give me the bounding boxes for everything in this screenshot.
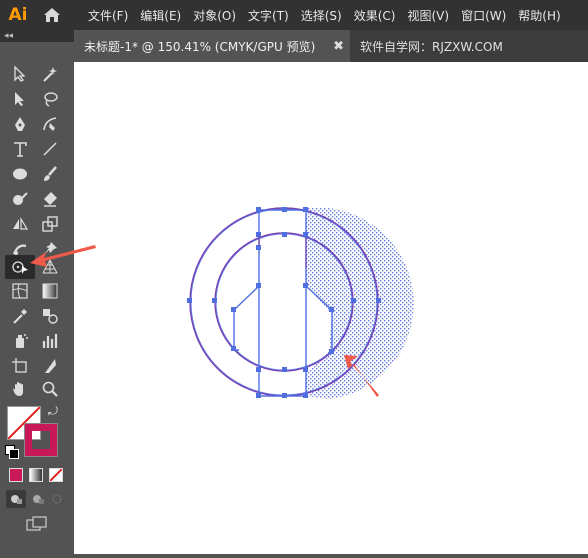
menu-help[interactable]: 帮助(H) xyxy=(518,7,560,24)
draw-behind-icon[interactable] xyxy=(28,490,48,508)
menu-edit[interactable]: 编辑(E) xyxy=(140,7,181,24)
highlighted-region xyxy=(306,207,414,399)
paintbrush-tool-icon[interactable] xyxy=(37,163,63,185)
blend-tool-icon[interactable] xyxy=(37,305,63,327)
menu-bar: Ai 文件(F) 编辑(E) 对象(O) 文字(T) 选择(S) 效果(C) 视… xyxy=(0,0,588,30)
document-tab-bar: 未标题-1* @ 150.41% (CMYK/GPU 预览) ✖ 软件自学网：R… xyxy=(74,30,588,62)
artboard-tool-icon[interactable] xyxy=(7,355,33,377)
eyedropper-tool-icon[interactable] xyxy=(7,305,33,327)
shaper-tool-icon[interactable] xyxy=(7,188,33,210)
symbol-sprayer-tool-icon[interactable] xyxy=(7,330,33,352)
tab-document[interactable]: 未标题-1* @ 150.41% (CMYK/GPU 预览) ✖ xyxy=(74,30,350,62)
ellipse-tool-icon[interactable] xyxy=(7,163,33,185)
none-mode-button[interactable] xyxy=(49,468,63,482)
menu-select[interactable]: 选择(S) xyxy=(301,7,342,24)
tab-watermark-label: 软件自学网：RJZXW.COM xyxy=(360,39,503,54)
screen-mode-icon[interactable] xyxy=(26,516,48,532)
zoom-tool-icon[interactable] xyxy=(37,378,63,400)
menu-window[interactable]: 窗口(W) xyxy=(461,7,506,24)
menu-view[interactable]: 视图(V) xyxy=(407,7,449,24)
reflect-tool-icon[interactable] xyxy=(7,213,33,235)
toolbar-collapse-button[interactable]: ◂◂ xyxy=(0,30,74,42)
close-icon[interactable]: ✖ xyxy=(333,39,344,54)
menu-effect[interactable]: 效果(C) xyxy=(354,7,396,24)
menu-type[interactable]: 文字(T) xyxy=(248,7,289,24)
eraser-tool-icon[interactable] xyxy=(37,188,63,210)
stroke-swatch[interactable] xyxy=(24,423,58,457)
app-logo: Ai xyxy=(8,5,28,25)
menu-file[interactable]: 文件(F) xyxy=(88,7,128,24)
type-tool-icon[interactable] xyxy=(7,138,33,160)
tools-panel: ⤾ xyxy=(0,42,74,554)
tab-watermark: 软件自学网：RJZXW.COM xyxy=(360,30,503,62)
draw-normal-icon[interactable] xyxy=(6,490,26,508)
gradient-mode-button[interactable] xyxy=(29,468,43,482)
lasso-tool-icon[interactable] xyxy=(37,88,63,110)
column-graph-tool-icon[interactable] xyxy=(37,330,63,352)
draw-inside-icon[interactable] xyxy=(48,490,66,508)
left-stroke-shape[interactable] xyxy=(233,285,260,351)
swap-colors-icon[interactable]: ⤾ xyxy=(48,404,58,419)
curvature-tool-icon[interactable] xyxy=(37,113,63,135)
artboard-canvas[interactable] xyxy=(74,62,588,554)
bar-inner-lines xyxy=(258,232,307,268)
home-icon[interactable] xyxy=(36,0,68,30)
gradient-tool-icon[interactable] xyxy=(37,280,63,302)
menu-object[interactable]: 对象(O) xyxy=(193,7,236,24)
pen-tool-icon[interactable] xyxy=(7,113,33,135)
hand-tool-icon[interactable] xyxy=(7,378,33,400)
scale-tool-icon[interactable] xyxy=(37,213,63,235)
tab-document-label: 未标题-1* @ 150.41% (CMYK/GPU 预览) xyxy=(84,39,316,54)
selection-tool-icon[interactable] xyxy=(7,63,33,85)
magic-wand-tool-icon[interactable] xyxy=(37,63,63,85)
mesh-tool-icon[interactable] xyxy=(7,280,33,302)
direct-selection-tool-icon[interactable] xyxy=(7,88,33,110)
slice-tool-icon[interactable] xyxy=(37,355,63,377)
line-segment-tool-icon[interactable] xyxy=(37,138,63,160)
color-mode-button[interactable] xyxy=(9,468,23,482)
default-colors-icon[interactable] xyxy=(5,445,19,459)
artwork xyxy=(187,207,414,399)
annotation-arrow-toolbar xyxy=(30,245,96,267)
